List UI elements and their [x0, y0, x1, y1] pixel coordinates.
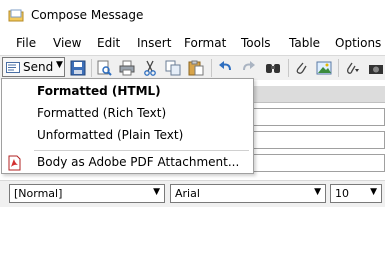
chevron-down-icon: ▼	[370, 187, 377, 197]
send-button[interactable]: Send ▼	[2, 57, 65, 77]
toolbar-separator	[91, 59, 92, 77]
formatted-html-option[interactable]: Formatted (HTML)	[37, 84, 161, 98]
camera-icon[interactable]	[368, 60, 384, 76]
menu-edit[interactable]: Edit	[97, 36, 120, 50]
menu-bar: File View Edit Insert Format Tools Table…	[0, 32, 385, 54]
menu-insert[interactable]: Insert	[137, 36, 171, 50]
toolbar-separator	[338, 59, 339, 77]
send-label: Send	[23, 60, 54, 74]
font-size-select[interactable]: 10 ▼	[330, 184, 382, 203]
font-value: Arial	[175, 187, 200, 200]
menu-tools[interactable]: Tools	[241, 36, 271, 50]
chevron-down-icon: ▼	[153, 187, 160, 197]
compose-window-icon	[8, 9, 24, 22]
pdf-icon	[8, 155, 21, 171]
find-icon[interactable]	[265, 60, 281, 76]
save-icon[interactable]	[70, 60, 86, 76]
font-size-value: 10	[335, 187, 349, 200]
formatting-toolbar: [Normal] ▼ Arial ▼ 10 ▼	[0, 180, 385, 208]
send-format-dropdown: Formatted (HTML) Formatted (Rich Text) U…	[1, 78, 254, 174]
window-title: Compose Message	[31, 8, 144, 22]
to-field[interactable]	[252, 108, 385, 126]
message-body-editor[interactable]	[0, 207, 385, 273]
cut-icon[interactable]	[142, 60, 158, 76]
undo-icon[interactable]	[218, 60, 234, 76]
paste-icon[interactable]	[188, 60, 204, 76]
chevron-down-icon: ▼	[314, 187, 321, 197]
header-tab-strip	[250, 86, 385, 103]
print-icon[interactable]	[119, 60, 135, 76]
formatted-rich-text-option[interactable]: Formatted (Rich Text)	[37, 106, 166, 120]
insert-picture-icon[interactable]	[316, 60, 332, 76]
copy-icon[interactable]	[165, 60, 181, 76]
menu-separator	[34, 150, 249, 151]
menu-file[interactable]: File	[16, 36, 36, 50]
toolbar-separator	[288, 59, 289, 77]
toolbar-separator	[211, 59, 212, 77]
menu-view[interactable]: View	[53, 36, 81, 50]
unformatted-plain-text-option[interactable]: Unformatted (Plain Text)	[37, 128, 183, 142]
title-bar: Compose Message	[0, 0, 385, 32]
style-value: [Normal]	[14, 187, 63, 200]
print-preview-icon[interactable]	[96, 60, 112, 76]
attach-icon[interactable]	[293, 60, 309, 76]
menu-options[interactable]: Options	[335, 36, 381, 50]
attach-dropdown-icon[interactable]	[344, 60, 360, 76]
pdf-attachment-option[interactable]: Body as Adobe PDF Attachment...	[37, 155, 239, 169]
subject-field[interactable]	[252, 154, 385, 172]
style-select[interactable]: [Normal] ▼	[9, 184, 165, 203]
menu-table[interactable]: Table	[289, 36, 320, 50]
send-icon	[6, 62, 20, 73]
send-dropdown-arrow-icon[interactable]: ▼	[56, 60, 63, 70]
redo-icon[interactable]	[240, 60, 256, 76]
cc-field[interactable]	[252, 131, 385, 149]
font-select[interactable]: Arial ▼	[170, 184, 326, 203]
menu-format[interactable]: Format	[184, 36, 226, 50]
